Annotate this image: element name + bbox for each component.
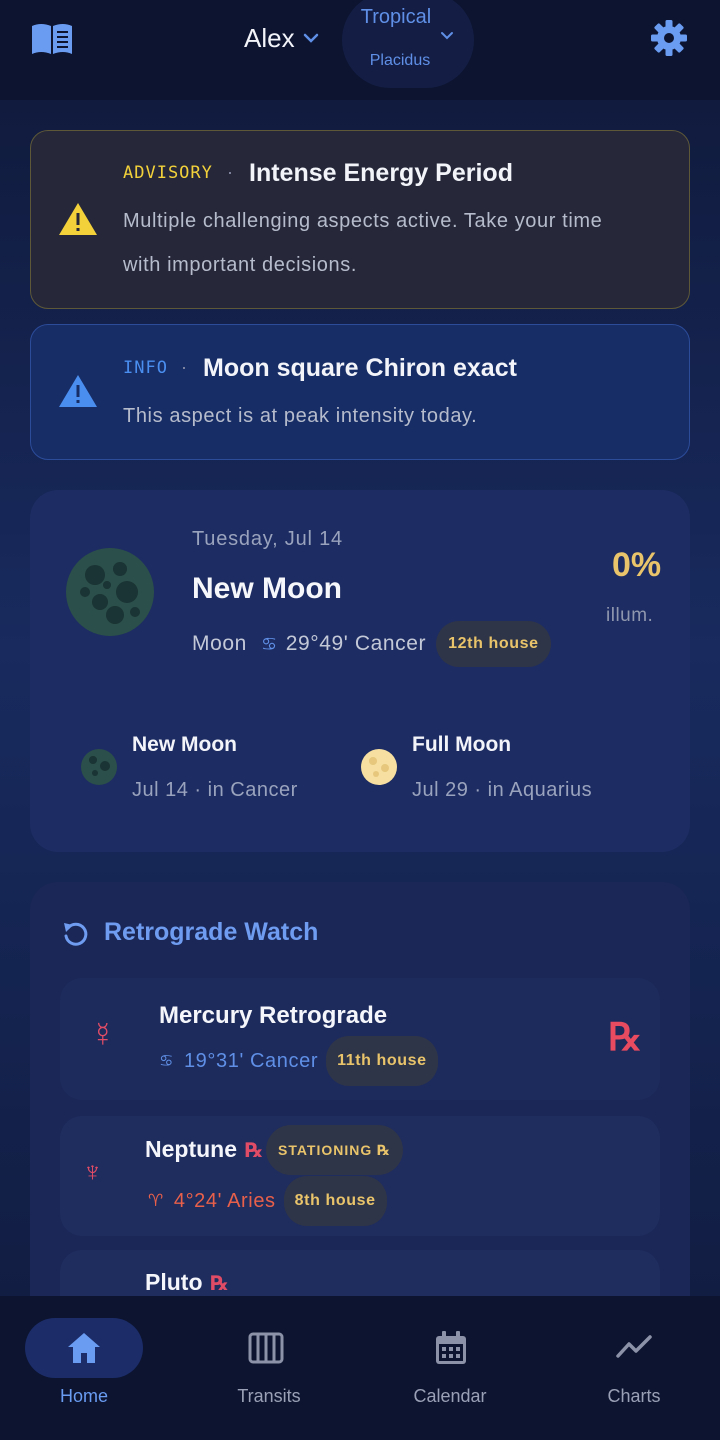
planet-degree: 19°31' Cancer — [183, 1049, 319, 1072]
house-badge: 12th house — [436, 621, 551, 667]
profile-name: Alex — [244, 22, 295, 53]
alert-tag: ADVISORY — [123, 163, 213, 183]
alert-tag: INFO — [123, 358, 168, 378]
alert-body-line: This aspect is at peak intensity today. — [123, 405, 478, 427]
stationing-badge: STATIONING ℞ — [266, 1125, 403, 1175]
chevron-down-icon — [303, 33, 318, 43]
retrograde-symbol: ℞ — [210, 1273, 229, 1295]
alert-title: Moon square Chiron exact — [203, 354, 517, 382]
alert-body-line: with important decisions. — [123, 254, 357, 276]
planet-name-text: Neptune — [145, 1136, 237, 1162]
illumination-label: illum. — [606, 605, 654, 626]
house-badge: 11th house — [326, 1036, 438, 1086]
retrograde-title: Retrograde Watch — [104, 918, 319, 946]
moon-degree: 29°49' Cancer — [285, 632, 427, 655]
zodiac-house-selector[interactable]: Tropical Placidus — [342, 0, 474, 88]
upcoming-phase-name: New Moon — [132, 733, 237, 756]
retrograde-planet-row[interactable]: ♆ Neptune ℞ STATIONING ℞ ♈ 4°24' Aries 8t… — [60, 1116, 660, 1236]
moon-date: Tuesday, Jul 14 — [192, 528, 343, 550]
mercury-icon: ☿ — [90, 1016, 116, 1054]
separator-dot: · — [227, 162, 233, 182]
nav-calendar[interactable]: Calendar — [360, 1296, 540, 1440]
moon-phase-card[interactable]: Tuesday, Jul 14 New Moon Moon ♋ 29°49' C… — [30, 490, 690, 852]
moon-phase-name: New Moon — [192, 572, 342, 605]
transits-icon — [248, 1332, 284, 1364]
nav-transits[interactable]: Transits — [180, 1296, 360, 1440]
upcoming-phase-name: Full Moon — [412, 733, 512, 756]
nav-label: Transits — [237, 1386, 301, 1406]
chart-line-icon — [616, 1335, 652, 1358]
neptune-icon: ♆ — [82, 1156, 103, 1187]
upcoming-phase-detail: Jul 14 · in Cancer — [132, 779, 298, 801]
new-moon-icon — [66, 548, 154, 636]
upcoming-phase-detail: Jul 29 · in Aquarius — [412, 779, 593, 801]
aries-sign-icon: ♈ — [148, 1191, 164, 1210]
book-icon[interactable] — [30, 22, 74, 56]
planet-name-text: Pluto — [145, 1269, 203, 1295]
nav-label: Charts — [607, 1386, 661, 1406]
warning-icon — [59, 375, 97, 407]
chevron-down-icon — [441, 32, 453, 40]
planet-position: ♈ 4°24' Aries 8th house — [148, 1176, 387, 1226]
nav-charts[interactable]: Charts — [540, 1296, 720, 1440]
retrograde-refresh-icon — [64, 922, 88, 946]
house-system: Placidus — [369, 52, 431, 69]
new-moon-icon — [81, 749, 117, 785]
moon-position: Moon ♋ 29°49' Cancer 12th house — [192, 621, 551, 667]
nav-home[interactable]: Home — [0, 1296, 180, 1440]
planet-position: ♋ 19°31' Cancer 11th house — [159, 1036, 438, 1086]
alert-body-line: Multiple challenging aspects active. Tak… — [123, 210, 603, 232]
retrograde-symbol: ℞ — [608, 1014, 643, 1059]
planet-degree: 4°24' Aries — [173, 1189, 276, 1212]
info-alert[interactable]: INFO · Moon square Chiron exact This asp… — [30, 324, 690, 460]
profile-selector[interactable]: Alex — [244, 20, 319, 56]
alert-title: Intense Energy Period — [249, 159, 513, 187]
nav-label: Calendar — [413, 1386, 487, 1406]
top-app-bar: Alex Tropical Placidus — [0, 0, 720, 100]
home-icon — [68, 1333, 100, 1363]
zodiac-type: Tropical — [360, 6, 432, 28]
full-moon-icon — [361, 749, 397, 785]
house-badge: 8th house — [283, 1176, 387, 1226]
separator-dot: · — [181, 357, 187, 377]
planet-name: Pluto ℞ — [145, 1269, 228, 1296]
illumination-percent: 0% — [612, 546, 662, 584]
retrograde-symbol: ℞ — [245, 1140, 263, 1162]
planet-name: Mercury Retrograde — [159, 1002, 388, 1029]
advisory-alert[interactable]: ADVISORY · Intense Energy Period Multipl… — [30, 130, 690, 309]
cancer-sign-icon: ♋ — [260, 633, 278, 654]
moon-label: Moon — [192, 632, 247, 655]
retrograde-planet-row[interactable]: ☿ Mercury Retrograde ♋ 19°31' Cancer 11t… — [60, 978, 660, 1100]
gear-icon[interactable] — [650, 19, 688, 57]
cancer-sign-icon: ♋ — [159, 1053, 174, 1070]
planet-name: Neptune ℞ — [145, 1136, 263, 1163]
calendar-icon — [436, 1331, 466, 1364]
nav-label: Home — [59, 1386, 108, 1406]
warning-icon — [59, 203, 97, 235]
bottom-navigation: Home Transits Calendar Charts — [0, 1296, 720, 1440]
